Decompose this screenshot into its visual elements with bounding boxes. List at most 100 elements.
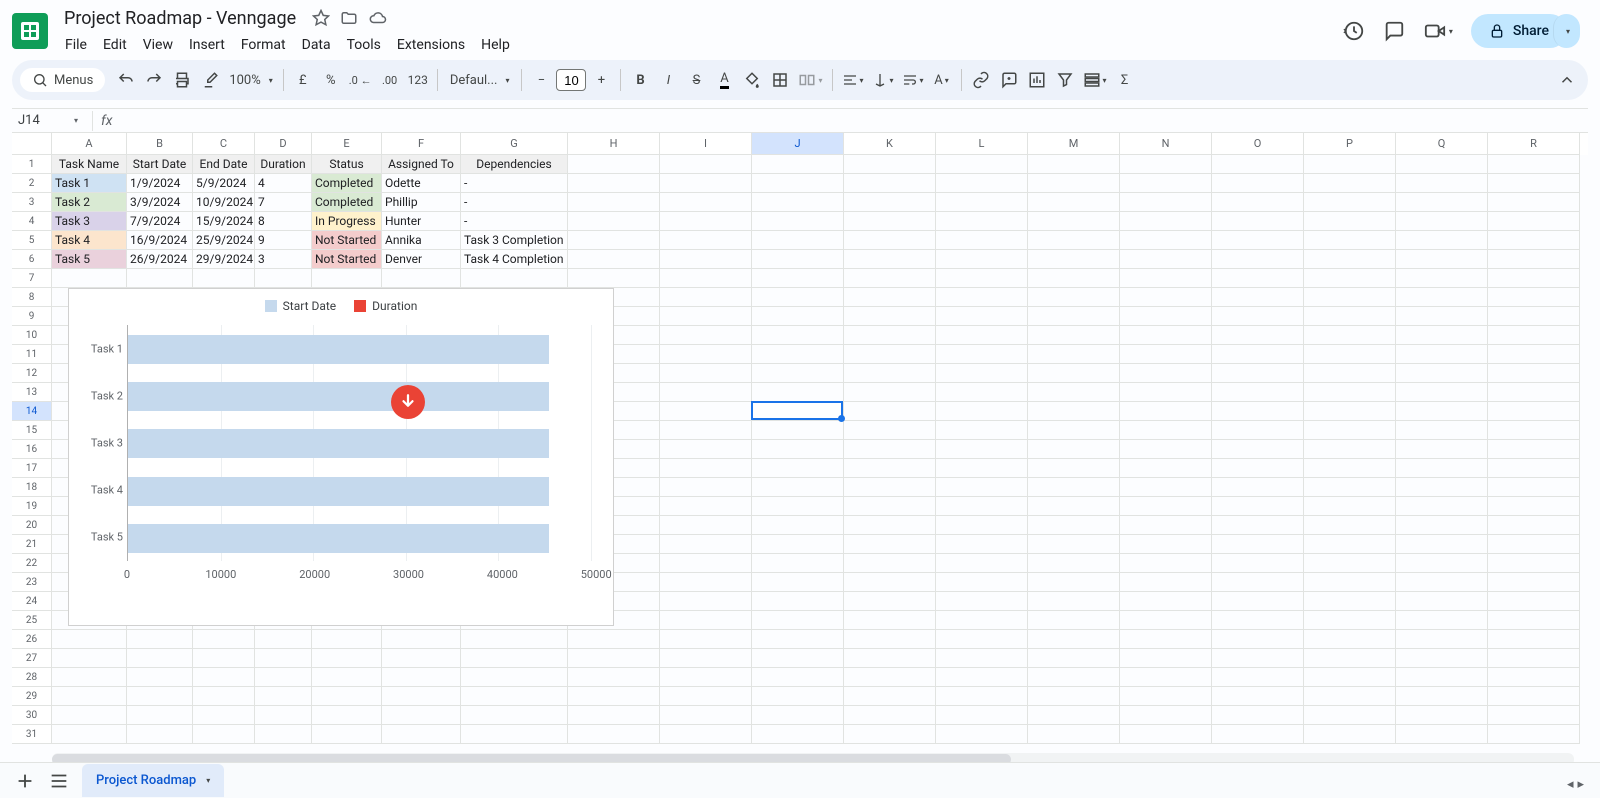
cell[interactable] xyxy=(1304,269,1396,288)
cell[interactable] xyxy=(660,725,752,744)
v-align-button[interactable]: ▾ xyxy=(869,66,897,94)
menu-insert[interactable]: Insert xyxy=(182,33,232,57)
cell[interactable] xyxy=(1212,630,1304,649)
cell[interactable] xyxy=(660,592,752,611)
spreadsheet-grid[interactable]: ABCDEFGHIJKLMNOPQR 123456789101112131415… xyxy=(12,132,1588,752)
cell[interactable] xyxy=(844,706,936,725)
cell[interactable] xyxy=(382,725,461,744)
cell[interactable] xyxy=(936,706,1028,725)
cell[interactable] xyxy=(1488,250,1580,269)
cell[interactable]: Task 5 xyxy=(52,250,127,269)
formula-input[interactable] xyxy=(120,110,1588,132)
cell[interactable] xyxy=(936,440,1028,459)
cell[interactable] xyxy=(752,288,844,307)
cell[interactable]: - xyxy=(461,212,568,231)
col-header-F[interactable]: F xyxy=(382,133,461,155)
cell[interactable] xyxy=(1304,212,1396,231)
cell[interactable] xyxy=(844,497,936,516)
cell[interactable] xyxy=(1028,687,1120,706)
cell[interactable] xyxy=(1120,307,1212,326)
cell[interactable] xyxy=(52,706,127,725)
cell[interactable] xyxy=(1120,364,1212,383)
cell[interactable]: Dependencies xyxy=(461,155,568,174)
col-header-C[interactable]: C xyxy=(193,133,255,155)
add-sheet-button[interactable] xyxy=(14,770,36,792)
cell[interactable] xyxy=(1120,592,1212,611)
row-header-21[interactable]: 21 xyxy=(12,535,52,554)
functions-button[interactable]: Σ xyxy=(1112,66,1138,94)
cell[interactable] xyxy=(1488,212,1580,231)
cell[interactable]: - xyxy=(461,193,568,212)
cell[interactable] xyxy=(52,687,127,706)
filter-button[interactable] xyxy=(1052,66,1078,94)
comments-icon[interactable] xyxy=(1383,20,1405,42)
col-header-R[interactable]: R xyxy=(1488,133,1580,155)
cell[interactable]: 7/9/2024 xyxy=(127,212,193,231)
cell[interactable]: Duration xyxy=(255,155,312,174)
cell[interactable] xyxy=(127,725,193,744)
increase-decimal-button[interactable]: .00 xyxy=(377,66,403,94)
embedded-chart[interactable]: Start DateDuration Task 1Task 2Task 3Tas… xyxy=(68,288,614,626)
cell[interactable] xyxy=(1304,706,1396,725)
cell[interactable]: Denver xyxy=(382,250,461,269)
search-menus[interactable]: Menus xyxy=(20,68,105,92)
cell[interactable] xyxy=(1396,155,1488,174)
cell[interactable] xyxy=(1304,554,1396,573)
row-header-16[interactable]: 16 xyxy=(12,440,52,459)
cell[interactable] xyxy=(844,307,936,326)
cell[interactable] xyxy=(660,459,752,478)
cell[interactable] xyxy=(1212,535,1304,554)
cell[interactable]: 3/9/2024 xyxy=(127,193,193,212)
cell[interactable]: 16/9/2024 xyxy=(127,231,193,250)
cell[interactable]: 5/9/2024 xyxy=(193,174,255,193)
font-size-input[interactable] xyxy=(556,69,586,91)
row-header-5[interactable]: 5 xyxy=(12,231,52,250)
row-header-19[interactable]: 19 xyxy=(12,497,52,516)
cell[interactable] xyxy=(1488,307,1580,326)
row-header-2[interactable]: 2 xyxy=(12,174,52,193)
cell[interactable] xyxy=(752,649,844,668)
row-header-11[interactable]: 11 xyxy=(12,345,52,364)
cell[interactable] xyxy=(461,630,568,649)
row-header-10[interactable]: 10 xyxy=(12,326,52,345)
menu-extensions[interactable]: Extensions xyxy=(390,33,472,57)
cell[interactable] xyxy=(568,155,660,174)
cell[interactable] xyxy=(193,649,255,668)
cell[interactable]: In Progress xyxy=(312,212,382,231)
text-color-button[interactable]: A xyxy=(711,66,737,94)
undo-button[interactable] xyxy=(113,66,139,94)
cell[interactable] xyxy=(193,725,255,744)
cell[interactable] xyxy=(1396,212,1488,231)
cell[interactable] xyxy=(1396,516,1488,535)
col-header-O[interactable]: O xyxy=(1212,133,1304,155)
cell[interactable]: Task 4 Completion xyxy=(461,250,568,269)
cell[interactable] xyxy=(936,592,1028,611)
cell[interactable] xyxy=(1212,592,1304,611)
cell[interactable] xyxy=(936,326,1028,345)
row-header-12[interactable]: 12 xyxy=(12,364,52,383)
cell[interactable] xyxy=(844,478,936,497)
cell[interactable] xyxy=(1488,421,1580,440)
cell[interactable] xyxy=(1212,174,1304,193)
cell[interactable] xyxy=(936,668,1028,687)
cell[interactable] xyxy=(936,383,1028,402)
col-header-K[interactable]: K xyxy=(844,133,936,155)
cell[interactable] xyxy=(1120,459,1212,478)
row-header-25[interactable]: 25 xyxy=(12,611,52,630)
cell[interactable] xyxy=(844,288,936,307)
cell[interactable] xyxy=(1396,706,1488,725)
cell[interactable] xyxy=(752,212,844,231)
cell[interactable] xyxy=(568,269,660,288)
cell[interactable] xyxy=(1120,687,1212,706)
cell[interactable] xyxy=(1120,383,1212,402)
cell[interactable] xyxy=(752,459,844,478)
cell[interactable] xyxy=(1304,421,1396,440)
cell[interactable] xyxy=(1396,668,1488,687)
cell[interactable] xyxy=(936,402,1028,421)
cell[interactable] xyxy=(1028,326,1120,345)
cell[interactable] xyxy=(1396,402,1488,421)
cell[interactable] xyxy=(1028,383,1120,402)
cell[interactable] xyxy=(1212,288,1304,307)
cell[interactable] xyxy=(752,725,844,744)
meet-icon[interactable]: ▾ xyxy=(1423,20,1453,42)
